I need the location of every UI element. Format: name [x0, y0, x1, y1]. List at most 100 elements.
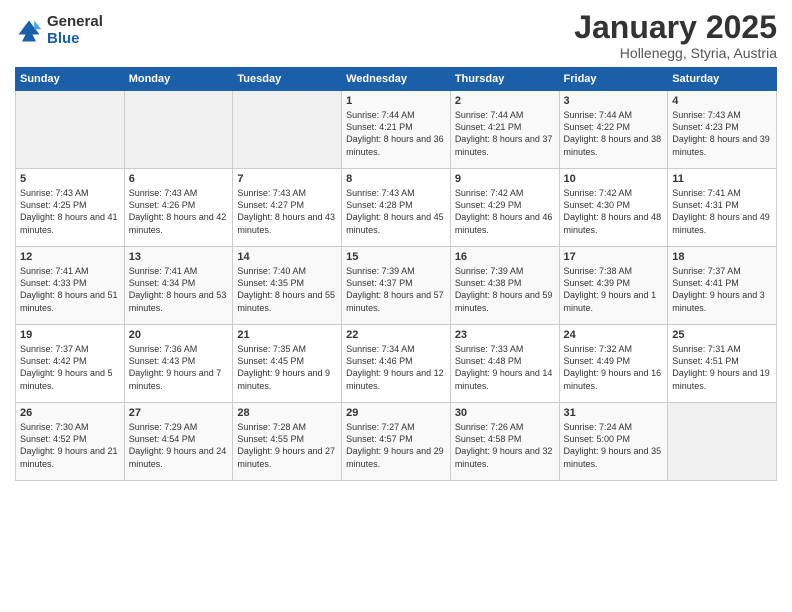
calendar-cell: 7Sunrise: 7:43 AM Sunset: 4:27 PM Daylig… — [233, 169, 342, 247]
calendar-cell — [16, 91, 125, 169]
cell-content: Sunrise: 7:33 AM Sunset: 4:48 PM Dayligh… — [455, 343, 555, 392]
logo-icon — [15, 17, 43, 45]
logo-blue: Blue — [47, 31, 103, 48]
calendar-cell: 9 Sunrise: 7:42 AM Sunset: 4:29 PM Daylig… — [450, 169, 559, 247]
day-number: 16 — [455, 251, 555, 263]
calendar-cell: 13 Sunrise: 7:41 AM Sunset: 4:34 PM Dayli… — [124, 247, 233, 325]
weekday-header-tuesday: Tuesday — [233, 68, 342, 91]
day-number: 4 — [672, 95, 772, 107]
calendar-cell: 21 Sunrise: 7:35 AM Sunset: 4:45 PM Dayli… — [233, 325, 342, 403]
calendar-cell: 23 Sunrise: 7:33 AM Sunset: 4:48 PM Dayli… — [450, 325, 559, 403]
cell-content: Sunrise: 7:34 AM Sunset: 4:46 PM Dayligh… — [346, 343, 446, 392]
cell-content: Sunrise: 7:26 AM Sunset: 4:58 PM Dayligh… — [455, 421, 555, 470]
calendar-cell: 25 Sunrise: 7:31 AM Sunset: 4:51 PM Dayli… — [668, 325, 777, 403]
weekday-header-thursday: Thursday — [450, 68, 559, 91]
cell-content: Sunrise: 7:42 AM Sunset: 4:30 PM Dayligh… — [564, 187, 664, 236]
day-number: 27 — [129, 407, 229, 419]
calendar-cell: 1Sunrise: 7:44 AM Sunset: 4:21 PM Daylig… — [342, 91, 451, 169]
cell-content: Sunrise: 7:39 AM Sunset: 4:37 PM Dayligh… — [346, 265, 446, 314]
day-number: 31 — [564, 407, 664, 419]
calendar-cell — [668, 403, 777, 481]
cell-content: Sunrise: 7:43 AM Sunset: 4:27 PM Dayligh… — [237, 187, 337, 236]
week-row-5: 26Sunrise: 7:30 AM Sunset: 4:52 PM Dayli… — [16, 403, 777, 481]
calendar-cell: 8Sunrise: 7:43 AM Sunset: 4:28 PM Daylig… — [342, 169, 451, 247]
calendar-cell: 24Sunrise: 7:32 AM Sunset: 4:49 PM Dayli… — [559, 325, 668, 403]
calendar-cell — [124, 91, 233, 169]
weekday-header-sunday: Sunday — [16, 68, 125, 91]
cell-content: Sunrise: 7:31 AM Sunset: 4:51 PM Dayligh… — [672, 343, 772, 392]
calendar-cell: 20 Sunrise: 7:36 AM Sunset: 4:43 PM Dayli… — [124, 325, 233, 403]
calendar-cell — [233, 91, 342, 169]
cell-content: Sunrise: 7:37 AM Sunset: 4:42 PM Dayligh… — [20, 343, 120, 392]
day-number: 28 — [237, 407, 337, 419]
calendar-cell: 12 Sunrise: 7:41 AM Sunset: 4:33 PM Dayli… — [16, 247, 125, 325]
cell-content: Sunrise: 7:44 AM Sunset: 4:21 PM Dayligh… — [455, 109, 555, 158]
week-row-1: 1Sunrise: 7:44 AM Sunset: 4:21 PM Daylig… — [16, 91, 777, 169]
location: Hollenegg, Styria, Austria — [574, 45, 777, 61]
day-number: 18 — [672, 251, 772, 263]
day-number: 10 — [564, 173, 664, 185]
logo: General Blue — [15, 14, 103, 47]
cell-content: Sunrise: 7:29 AM Sunset: 4:54 PM Dayligh… — [129, 421, 229, 470]
day-number: 30 — [455, 407, 555, 419]
day-number: 12 — [20, 251, 120, 263]
calendar-cell: 30 Sunrise: 7:26 AM Sunset: 4:58 PM Dayli… — [450, 403, 559, 481]
calendar-cell: 26Sunrise: 7:30 AM Sunset: 4:52 PM Dayli… — [16, 403, 125, 481]
week-row-2: 5 Sunrise: 7:43 AM Sunset: 4:25 PM Daylig… — [16, 169, 777, 247]
cell-content: Sunrise: 7:36 AM Sunset: 4:43 PM Dayligh… — [129, 343, 229, 392]
calendar-cell: 15Sunrise: 7:39 AM Sunset: 4:37 PM Dayli… — [342, 247, 451, 325]
day-number: 20 — [129, 329, 229, 341]
cell-content: Sunrise: 7:41 AM Sunset: 4:33 PM Dayligh… — [20, 265, 120, 314]
day-number: 25 — [672, 329, 772, 341]
cell-content: Sunrise: 7:44 AM Sunset: 4:22 PM Dayligh… — [564, 109, 664, 158]
day-number: 13 — [129, 251, 229, 263]
cell-content: Sunrise: 7:41 AM Sunset: 4:31 PM Dayligh… — [672, 187, 772, 236]
calendar-cell: 22 Sunrise: 7:34 AM Sunset: 4:46 PM Dayli… — [342, 325, 451, 403]
weekday-header-friday: Friday — [559, 68, 668, 91]
cell-content: Sunrise: 7:43 AM Sunset: 4:25 PM Dayligh… — [20, 187, 120, 236]
day-number: 8 — [346, 173, 446, 185]
day-number: 22 — [346, 329, 446, 341]
weekday-header-wednesday: Wednesday — [342, 68, 451, 91]
day-number: 9 — [455, 173, 555, 185]
weekday-header-saturday: Saturday — [668, 68, 777, 91]
cell-content: Sunrise: 7:39 AM Sunset: 4:38 PM Dayligh… — [455, 265, 555, 314]
cell-content: Sunrise: 7:44 AM Sunset: 4:21 PM Dayligh… — [346, 109, 446, 158]
calendar-cell: 5 Sunrise: 7:43 AM Sunset: 4:25 PM Daylig… — [16, 169, 125, 247]
calendar-cell: 6 Sunrise: 7:43 AM Sunset: 4:26 PM Daylig… — [124, 169, 233, 247]
week-row-3: 12 Sunrise: 7:41 AM Sunset: 4:33 PM Dayli… — [16, 247, 777, 325]
logo-text: General Blue — [47, 14, 103, 47]
calendar-cell: 3Sunrise: 7:44 AM Sunset: 4:22 PM Daylig… — [559, 91, 668, 169]
title-block: January 2025 Hollenegg, Styria, Austria — [574, 10, 777, 61]
calendar-cell: 27 Sunrise: 7:29 AM Sunset: 4:54 PM Dayli… — [124, 403, 233, 481]
calendar-cell: 31 Sunrise: 7:24 AM Sunset: 5:00 PM Dayli… — [559, 403, 668, 481]
header-row: General Blue January 2025 Hollenegg, Sty… — [15, 10, 777, 61]
weekday-header-row: SundayMondayTuesdayWednesdayThursdayFrid… — [16, 68, 777, 91]
cell-content: Sunrise: 7:38 AM Sunset: 4:39 PM Dayligh… — [564, 265, 664, 314]
calendar-cell: 11Sunrise: 7:41 AM Sunset: 4:31 PM Dayli… — [668, 169, 777, 247]
calendar-cell: 28Sunrise: 7:28 AM Sunset: 4:55 PM Dayli… — [233, 403, 342, 481]
calendar-table: SundayMondayTuesdayWednesdayThursdayFrid… — [15, 67, 777, 481]
day-number: 2 — [455, 95, 555, 107]
day-number: 26 — [20, 407, 120, 419]
calendar-cell: 16 Sunrise: 7:39 AM Sunset: 4:38 PM Dayli… — [450, 247, 559, 325]
cell-content: Sunrise: 7:32 AM Sunset: 4:49 PM Dayligh… — [564, 343, 664, 392]
calendar-cell: 14Sunrise: 7:40 AM Sunset: 4:35 PM Dayli… — [233, 247, 342, 325]
cell-content: Sunrise: 7:35 AM Sunset: 4:45 PM Dayligh… — [237, 343, 337, 392]
month-title: January 2025 — [574, 10, 777, 45]
cell-content: Sunrise: 7:40 AM Sunset: 4:35 PM Dayligh… — [237, 265, 337, 314]
calendar-cell: 10 Sunrise: 7:42 AM Sunset: 4:30 PM Dayli… — [559, 169, 668, 247]
cell-content: Sunrise: 7:41 AM Sunset: 4:34 PM Dayligh… — [129, 265, 229, 314]
cell-content: Sunrise: 7:42 AM Sunset: 4:29 PM Dayligh… — [455, 187, 555, 236]
day-number: 6 — [129, 173, 229, 185]
cell-content: Sunrise: 7:43 AM Sunset: 4:23 PM Dayligh… — [672, 109, 772, 158]
cell-content: Sunrise: 7:43 AM Sunset: 4:26 PM Dayligh… — [129, 187, 229, 236]
logo-general: General — [47, 14, 103, 31]
day-number: 29 — [346, 407, 446, 419]
day-number: 21 — [237, 329, 337, 341]
day-number: 5 — [20, 173, 120, 185]
week-row-4: 19Sunrise: 7:37 AM Sunset: 4:42 PM Dayli… — [16, 325, 777, 403]
cell-content: Sunrise: 7:24 AM Sunset: 5:00 PM Dayligh… — [564, 421, 664, 470]
day-number: 17 — [564, 251, 664, 263]
day-number: 23 — [455, 329, 555, 341]
